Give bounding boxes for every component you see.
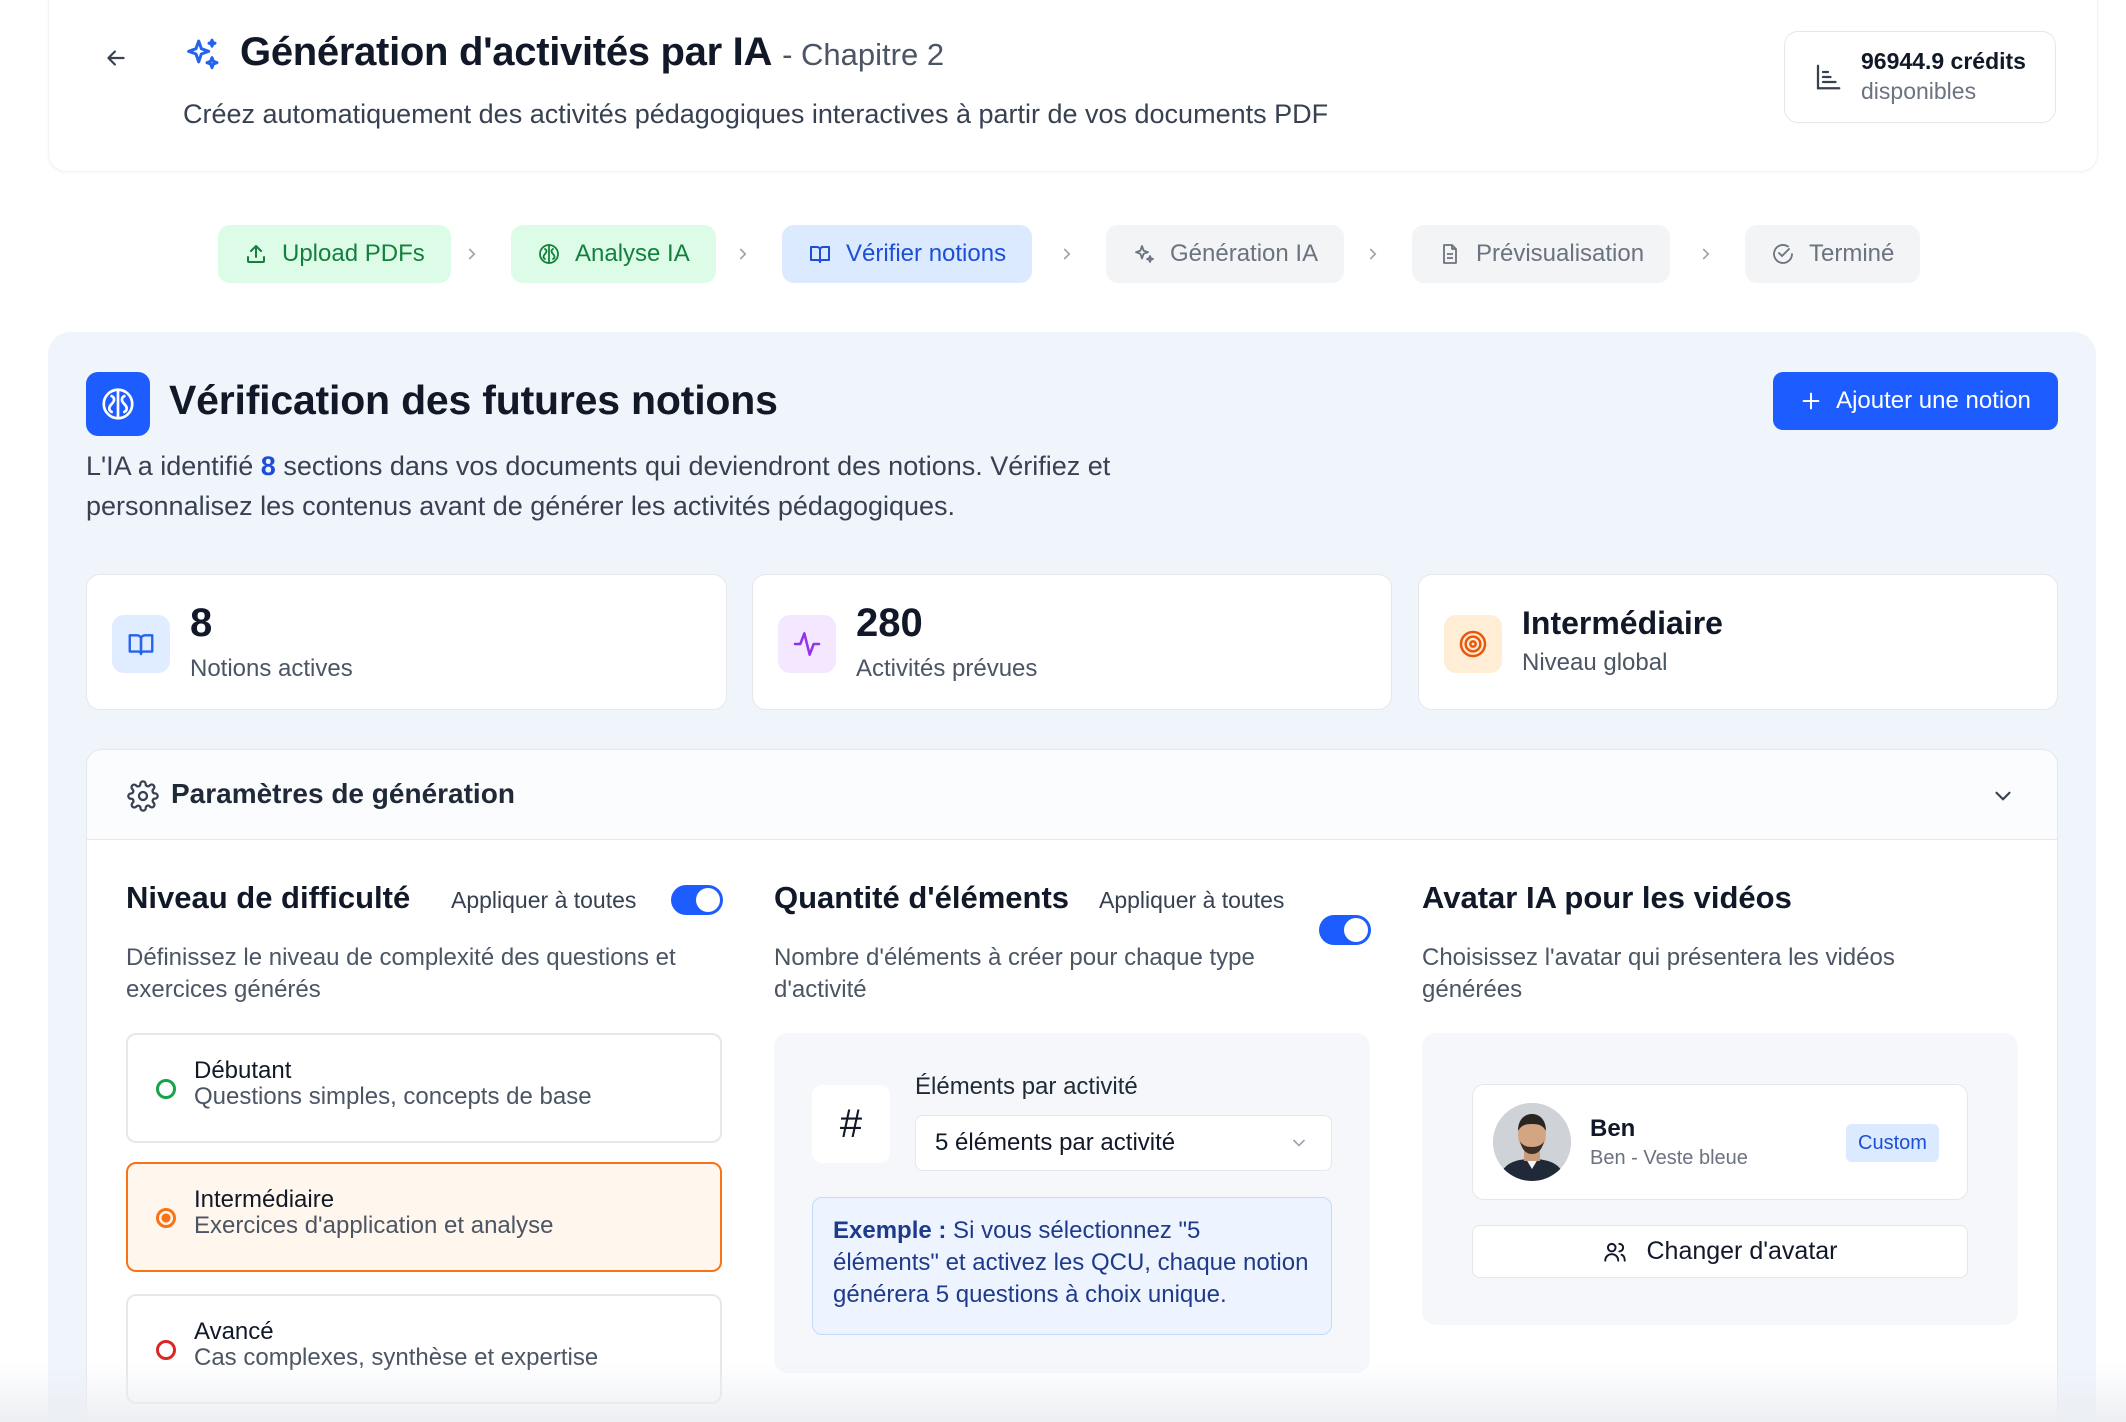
avatar-description: Choisissez l'avatar qui présentera les v… (1422, 944, 1895, 1003)
avatar (1493, 1103, 1571, 1181)
select-value: 5 éléments par activité (935, 1129, 1176, 1156)
section-intro: L'IA a identifié 8 sections dans vos doc… (86, 446, 1196, 526)
stat-value: 8 (190, 601, 213, 645)
avatar-title: Avatar IA pour les vidéos (1422, 880, 1792, 915)
level-option-avance[interactable]: Avancé Cas complexes, synthèse et expert… (126, 1294, 722, 1404)
level-desc: Questions simples, concepts de base (194, 1083, 592, 1110)
stat-card-activities: 280 Activités prévues (752, 574, 1392, 710)
stat-value: 280 (856, 601, 923, 645)
add-notion-label: Ajouter une notion (1836, 387, 2031, 414)
chevron-right-icon (1359, 240, 1387, 268)
radio-button (156, 1079, 176, 1099)
step-previsualisation[interactable]: Prévisualisation (1412, 225, 1671, 283)
quantity-title: Quantité d'éléments (774, 880, 1070, 915)
book-open-icon (810, 246, 830, 263)
level-name: Avancé (194, 1318, 274, 1345)
chevron-right-icon (1053, 240, 1081, 268)
hash-icon: # (812, 1085, 890, 1163)
stat-label: Niveau global (1522, 649, 1668, 676)
chevron-down-icon[interactable] (1987, 780, 2019, 812)
chevron-right-icon (729, 240, 757, 268)
step-label: Upload PDFs (282, 240, 425, 267)
quantity-apply-all-toggle[interactable] (1319, 915, 1371, 945)
elements-per-activity-label: Éléments par activité (915, 1073, 1138, 1100)
stat-card-level: Intermédiaire Niveau global (1418, 574, 2058, 710)
brain-icon (539, 244, 559, 264)
brain-icon (86, 372, 150, 436)
step-label: Terminé (1809, 240, 1895, 267)
book-open-icon (112, 615, 170, 673)
step-label: Vérifier notions (846, 240, 1007, 267)
step-analyse-ia[interactable]: Analyse IA (511, 225, 716, 283)
quantity-description: Nombre d'éléments à créer pour chaque ty… (774, 944, 1255, 1003)
plus-icon (1802, 392, 1820, 410)
params-title: Paramètres de génération (171, 778, 515, 809)
intro-text-start: L'IA a identifié (86, 451, 261, 481)
level-name: Débutant (194, 1057, 292, 1084)
credits-amount: 96944.9 crédits (1861, 48, 2026, 75)
level-name: Intermédiaire (194, 1186, 335, 1213)
page-subtitle: Créez automatiquement des activités péda… (183, 99, 1329, 129)
step-termine[interactable]: Terminé (1745, 225, 1921, 283)
quantity-apply-all-label: Appliquer à toutes (1099, 887, 1285, 913)
level-option-debutant[interactable]: Débutant Questions simples, concepts de … (126, 1033, 722, 1143)
elements-per-activity-select[interactable]: 5 éléments par activité (915, 1115, 1332, 1171)
sparkle-icon (1135, 245, 1154, 263)
back-button[interactable] (98, 40, 134, 76)
change-avatar-label: Changer d'avatar (1646, 1237, 1838, 1265)
add-notion-button[interactable]: Ajouter une notion (1773, 372, 2058, 430)
stat-label: Notions actives (190, 655, 353, 682)
avatar-subtitle: Ben - Veste bleue (1590, 1147, 1748, 1169)
stat-label: Activités prévues (856, 655, 1038, 682)
difficulty-apply-all-label: Appliquer à toutes (451, 887, 637, 913)
target-icon (1444, 615, 1502, 673)
difficulty-description: Définissez le niveau de complexité des q… (126, 944, 676, 1003)
example-label: Exemple : (833, 1217, 947, 1244)
chevron-right-icon (1692, 240, 1720, 268)
upload-icon (247, 245, 265, 263)
change-avatar-button[interactable]: Changer d'avatar (1472, 1225, 1968, 1278)
step-label: Analyse IA (575, 240, 690, 267)
step-upload-pdfs[interactable]: Upload PDFs (218, 225, 451, 283)
stat-card-notions: 8 Notions actives (86, 574, 727, 710)
avatar-card: Ben Ben - Veste bleue Custom (1472, 1084, 1968, 1200)
section-title: Vérification des futures notions (169, 377, 778, 423)
avatar-name: Ben (1590, 1115, 1636, 1142)
custom-badge: Custom (1846, 1124, 1939, 1162)
example-info-box: Exemple : Si vous sélectionnez "5 élémen… (812, 1197, 1332, 1335)
step-verifier-notions[interactable]: Vérifier notions (782, 225, 1033, 283)
document-icon (1443, 244, 1457, 264)
difficulty-title: Niveau de difficulté (126, 880, 411, 915)
radio-button (156, 1340, 176, 1360)
difficulty-apply-all-toggle[interactable] (671, 885, 723, 915)
activity-icon (778, 615, 836, 673)
chapter-label: - Chapitre 2 (782, 37, 945, 72)
page-title-row: Génération d'activités par IA - Chapitre… (240, 30, 944, 75)
level-desc: Exercices d'application et analyse (194, 1212, 554, 1239)
users-icon (1604, 1242, 1627, 1262)
credits-card: 96944.9 crédits disponibles (1784, 31, 2056, 123)
radio-button-selected (156, 1208, 176, 1228)
step-label: Génération IA (1170, 240, 1319, 267)
step-generation-ia[interactable]: Génération IA (1106, 225, 1345, 283)
credits-label: disponibles (1861, 78, 1977, 104)
page-title: Génération d'activités par IA (240, 30, 773, 74)
chart-icon (1816, 64, 1841, 90)
level-desc: Cas complexes, synthèse et expertise (194, 1344, 599, 1371)
chevron-down-icon (1293, 1139, 1305, 1147)
chevron-right-icon (458, 240, 486, 268)
params-header[interactable]: Paramètres de génération (87, 750, 2057, 840)
arrow-left-icon (107, 50, 125, 66)
step-label: Prévisualisation (1476, 240, 1645, 267)
notions-count: 8 (260, 451, 276, 481)
level-option-intermediaire[interactable]: Intermédiaire Exercices d'application et… (126, 1162, 722, 1272)
check-circle-icon (1773, 244, 1793, 264)
stat-value: Intermédiaire (1522, 605, 1723, 641)
sparkle-icon (182, 36, 222, 76)
gear-icon (127, 780, 159, 812)
